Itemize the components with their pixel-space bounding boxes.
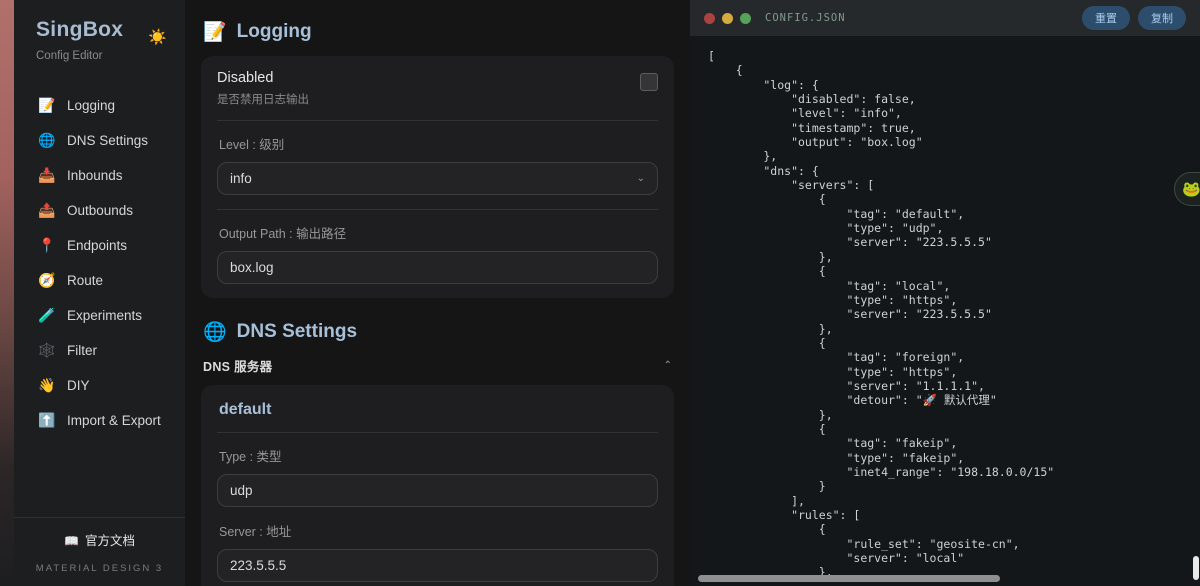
outbox-icon: 📤 xyxy=(38,202,54,219)
level-label: Level : 级别 xyxy=(219,134,658,153)
sidebar-item-label: Route xyxy=(67,273,103,288)
output-path-field-wrap xyxy=(217,251,658,284)
logging-section-icon: 📝 xyxy=(203,20,227,44)
editor-actions: 重置 复制 xyxy=(1082,6,1186,30)
app-subtitle: Config Editor xyxy=(36,50,167,62)
dns-servers-group-header[interactable]: DNS 服务器 ⌃ xyxy=(203,356,672,375)
close-icon[interactable] xyxy=(704,13,715,24)
sidebar-item-dns-settings[interactable]: 🌐 DNS Settings xyxy=(0,123,185,158)
sidebar-footer: 📖 官方文档 MATERIAL DESIGN 3 xyxy=(0,517,185,586)
chevron-down-icon: ⌄ xyxy=(637,173,645,184)
sidebar-header: SingBox ☀️ Config Editor xyxy=(0,0,185,62)
dns-section-header: 🌐 DNS Settings xyxy=(203,320,674,344)
disabled-checkbox[interactable] xyxy=(640,73,658,91)
dns-servers-header-label: DNS 服务器 xyxy=(203,356,272,375)
disabled-row: Disabled 是否禁用日志输出 xyxy=(217,70,658,107)
reset-button[interactable]: 重置 xyxy=(1082,6,1130,30)
divider xyxy=(217,120,658,121)
sidebar-item-label: DIY xyxy=(67,378,90,393)
app-window: SingBox ☀️ Config Editor 📝 Logging 🌐 DNS… xyxy=(0,0,1200,586)
level-select-value: info xyxy=(230,171,252,186)
sidebar-edge-gradient xyxy=(0,0,14,586)
horizontal-scrollbar[interactable] xyxy=(698,575,1000,582)
sidebar-item-experiments[interactable]: 🧪 Experiments xyxy=(0,298,185,333)
test-tube-icon: 🧪 xyxy=(38,307,54,324)
output-path-label: Output Path : 输出路径 xyxy=(219,223,658,242)
compass-icon: 🧭 xyxy=(38,272,54,289)
maximize-icon[interactable] xyxy=(740,13,751,24)
server-label: Server : 地址 xyxy=(219,521,658,540)
sidebar-item-inbounds[interactable]: 📥 Inbounds xyxy=(0,158,185,193)
code-editor-panel: CONFIG.JSON 重置 复制 [ { "log": { "disabled… xyxy=(690,0,1200,586)
dns-server-card: default Type : 类型 Server : 地址 Port : 端口 … xyxy=(201,385,674,586)
spider-web-icon: 🕸️ xyxy=(38,342,54,359)
logging-section-header: 📝 Logging xyxy=(203,20,674,44)
divider xyxy=(217,209,658,210)
logging-card: Disabled 是否禁用日志输出 Level : 级别 info ⌄ Outp… xyxy=(201,56,674,298)
type-label: Type : 类型 xyxy=(219,446,658,465)
sidebar-item-label: Experiments xyxy=(67,308,142,323)
sidebar-item-label: Logging xyxy=(67,98,115,113)
book-icon: 📖 xyxy=(64,534,79,548)
material-design-note: MATERIAL DESIGN 3 xyxy=(14,563,185,574)
chevron-up-icon[interactable]: ⌃ xyxy=(664,360,672,371)
traffic-lights xyxy=(704,13,751,24)
sidebar-item-route[interactable]: 🧭 Route xyxy=(0,263,185,298)
sidebar-item-label: Outbounds xyxy=(67,203,133,218)
code-viewport[interactable]: [ { "log": { "disabled": false, "level":… xyxy=(690,36,1200,586)
disabled-label: Disabled xyxy=(217,70,309,86)
type-field-wrap xyxy=(217,474,658,507)
sidebar-nav: 📝 Logging 🌐 DNS Settings 📥 Inbounds 📤 Ou… xyxy=(0,88,185,438)
output-path-input[interactable] xyxy=(230,260,645,275)
sidebar-item-diy[interactable]: 👋 DIY xyxy=(0,368,185,403)
sidebar-item-logging[interactable]: 📝 Logging xyxy=(0,88,185,123)
server-input[interactable] xyxy=(230,558,645,573)
dns-section-icon: 🌐 xyxy=(203,320,227,344)
sidebar-item-label: Import & Export xyxy=(67,413,161,428)
sidebar-item-label: Inbounds xyxy=(67,168,123,183)
sidebar-item-label: Filter xyxy=(67,343,97,358)
dns-section-title: DNS Settings xyxy=(237,321,357,343)
frog-icon: 🐸 xyxy=(1182,180,1200,198)
sidebar-item-endpoints[interactable]: 📍 Endpoints xyxy=(0,228,185,263)
dns-server-card-title: default xyxy=(219,401,658,419)
sidebar-item-import-export[interactable]: ⬆️ Import & Export xyxy=(0,403,185,438)
vertical-scrollbar[interactable] xyxy=(1193,556,1199,580)
official-docs-link[interactable]: 📖 官方文档 xyxy=(14,530,185,549)
inbox-icon: 📥 xyxy=(38,167,54,184)
app-title: SingBox xyxy=(36,18,123,42)
disabled-hint: 是否禁用日志输出 xyxy=(217,91,309,107)
sidebar-item-label: DNS Settings xyxy=(67,133,148,148)
frog-floating-button[interactable]: 🐸 xyxy=(1174,172,1200,206)
waving-hand-icon: 👋 xyxy=(38,377,54,394)
editor-filename: CONFIG.JSON xyxy=(765,12,846,24)
level-select[interactable]: info ⌄ xyxy=(217,162,658,195)
editor-header: CONFIG.JSON 重置 复制 xyxy=(690,0,1200,36)
logging-icon: 📝 xyxy=(38,97,54,114)
sidebar-item-label: Endpoints xyxy=(67,238,127,253)
logging-section-title: Logging xyxy=(237,21,312,43)
divider xyxy=(217,432,658,433)
server-field-wrap xyxy=(217,549,658,582)
globe-icon: 🌐 xyxy=(38,132,54,149)
minimize-icon[interactable] xyxy=(722,13,733,24)
type-input[interactable] xyxy=(230,483,645,498)
official-docs-label: 官方文档 xyxy=(85,534,135,548)
copy-button[interactable]: 复制 xyxy=(1138,6,1186,30)
sidebar-item-outbounds[interactable]: 📤 Outbounds xyxy=(0,193,185,228)
config-json-code: [ { "log": { "disabled": false, "level":… xyxy=(708,49,1200,580)
config-form-panel: 📝 Logging Disabled 是否禁用日志输出 Level : 级别 i… xyxy=(185,0,690,586)
theme-toggle-sun-icon[interactable]: ☀️ xyxy=(148,28,167,46)
arrow-up-icon: ⬆️ xyxy=(38,412,54,429)
sidebar: SingBox ☀️ Config Editor 📝 Logging 🌐 DNS… xyxy=(0,0,185,586)
pushpin-icon: 📍 xyxy=(38,237,54,254)
sidebar-item-filter[interactable]: 🕸️ Filter xyxy=(0,333,185,368)
